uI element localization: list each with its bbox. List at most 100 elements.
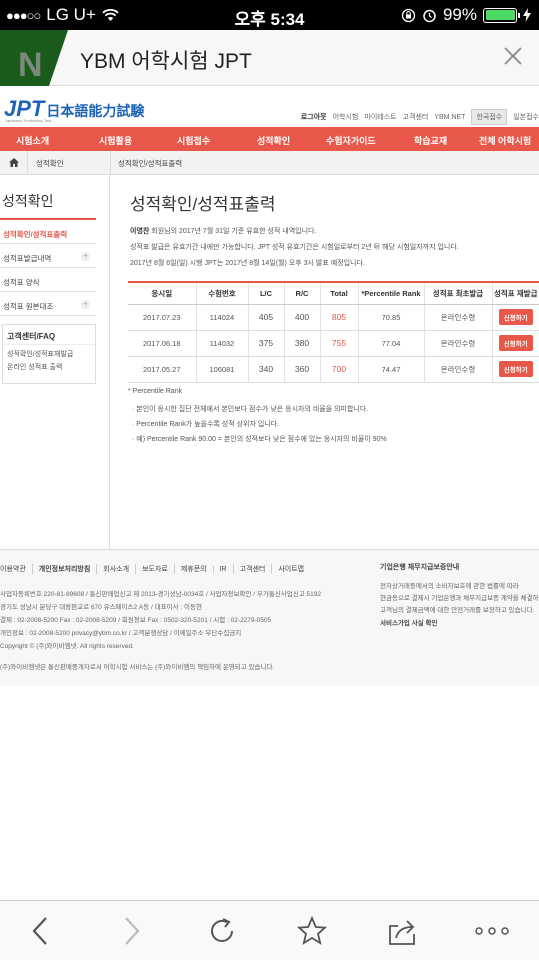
cell-pr: 74.47	[357, 356, 424, 383]
table-header-row: 응시일 수험번호 L/C R/C Total *Percentile Rank …	[128, 282, 539, 305]
footer-link-privacy[interactable]: 개인정보처리방침	[31, 564, 97, 574]
share-button[interactable]	[384, 913, 420, 949]
logout-link[interactable]: 로그아웃	[301, 112, 327, 122]
back-button[interactable]	[22, 913, 58, 949]
nav-item-books[interactable]: 학습교재	[414, 134, 447, 147]
forward-button[interactable]	[114, 913, 150, 949]
cell-reissue: 신청하기	[491, 330, 539, 357]
utility-links: 로그아웃 어학시험 마이테스트 고객센터 YBM.NET 한국접수 일본접수	[301, 109, 539, 125]
customer-center-box: 고객센터/FAQ 성적확인/성적표재발급 온라인 성적표 출력	[2, 324, 96, 384]
cell-total: 755	[319, 330, 358, 357]
cell-rc: 380	[283, 330, 320, 357]
nav-item-guide[interactable]: 수험자가이드	[326, 134, 376, 147]
apply-button[interactable]: 신청하기	[498, 335, 533, 351]
app-header: N YBM 어학시험 JPT	[0, 30, 539, 86]
notice-line: 2017년 8월 6일(일) 시행 JPT는 2017년 8월 14일(월) 오…	[130, 260, 365, 267]
guarantee-title: 기업은행 채무지급보증안내	[380, 564, 460, 571]
footer-link-support[interactable]: 고객센터	[232, 564, 272, 574]
alarm-icon	[423, 9, 436, 22]
util-link-support[interactable]: 고객센터	[403, 112, 429, 122]
guarantee-line: 전자상거래등에서의 소비자보호에 관한 법률에 따라	[380, 583, 519, 590]
sidebar-item-original-verify[interactable]: 성적표 원본대조 +	[0, 292, 96, 316]
cell-lc: 405	[247, 304, 284, 331]
lang-japan-button[interactable]: 일본접수	[513, 112, 539, 122]
nav-item-results[interactable]: 성적확인	[257, 134, 290, 147]
cell-date: 2017.07.23	[128, 304, 196, 331]
cell-exam-no: 114032	[195, 330, 248, 357]
footer-link-press[interactable]: 보도자료	[135, 564, 174, 574]
pr-note-line: · Percentile Rank가 높을수록 성적 상위자 입니다.	[132, 421, 280, 428]
plus-icon[interactable]: +	[81, 252, 90, 261]
cell-date: 2017.06.18	[128, 330, 196, 357]
cs-link-reissue[interactable]: 성적확인/성적표재발급	[3, 345, 95, 359]
cell-total: 700	[319, 356, 358, 383]
charging-icon	[523, 8, 531, 22]
notice-line: 이영찬 회원님의 2017년 7월 31일 기준 유효한 성적 내역입니다.	[130, 228, 317, 235]
sidebar-item-score-check[interactable]: 성적확인/성적표출력	[0, 220, 96, 244]
sidebar: 성적확인 성적확인/성적표출력 성적표발급내역 + 성적표 양식 성적표 원본대…	[0, 175, 110, 549]
bookmark-button[interactable]	[294, 913, 330, 949]
page-title: 성적확인/성적표출력	[130, 195, 276, 214]
footer-link-terms[interactable]: 이용약관	[0, 564, 32, 574]
more-button[interactable]	[474, 913, 510, 949]
cell-rc: 360	[283, 356, 320, 383]
sidebar-item-report-form[interactable]: 성적표 양식	[0, 268, 96, 292]
cell-first-issue: 온라인수령	[423, 356, 492, 383]
cell-first-issue: 온라인수령	[423, 304, 492, 331]
sidebar-item-label: 성적표발급내역	[3, 254, 52, 263]
nav-item-register[interactable]: 시험접수	[177, 134, 210, 147]
cell-pr: 77.04	[357, 330, 424, 357]
nav-item-all-tests[interactable]: 전체 어학시험	[479, 134, 531, 147]
guarantee-line: 현금등으로 결제시 기업은행과 채무지급보증 계약을 체결하여	[380, 595, 539, 602]
chevron-right-icon	[125, 917, 140, 945]
reload-button[interactable]	[204, 913, 240, 949]
footer-disclaimer: (주)와이비엠넷은 통신판매중개자로서 어학시험 서비스는 (주)와이비엠의 책…	[0, 664, 275, 671]
share-icon	[389, 920, 415, 945]
guarantee-verify-link[interactable]: 서비스가입 사실 확인	[380, 617, 437, 627]
star-icon	[297, 916, 327, 945]
nav-item-intro[interactable]: 시험소개	[16, 134, 49, 147]
status-bar: ●●●○○ LG U+ 오후 5:34 99%	[0, 0, 539, 30]
jpt-logo-subtitle: Japanese Proficiency Test	[5, 118, 52, 123]
footer-link-company[interactable]: 회사소개	[96, 564, 135, 574]
battery-percent: 99%	[442, 5, 477, 24]
nav-item-usage[interactable]: 시험활용	[99, 134, 132, 147]
footer-links: 이용약관 개인정보처리방침 회사소개 보도자료 제휴문의 IR 고객센터 사이트…	[0, 564, 310, 574]
pr-note-title: * Percentile Rank	[128, 388, 183, 395]
sidebar-item-label: 성적표 양식	[3, 278, 40, 287]
orientation-lock-icon	[401, 8, 416, 22]
footer-info-line: 사업자등록번호 220-81-89608 / 통신판매업신고 제 2013-경기…	[0, 591, 321, 598]
breadcrumb-item-results[interactable]: 성적확인	[36, 158, 64, 169]
guarantee-line: 고객님의 결제금액에 대한 안전거래를 보장하고 있습니다.	[380, 607, 535, 614]
cs-link-online-print[interactable]: 온라인 성적표 출력	[3, 359, 95, 372]
cell-total: 805	[319, 304, 358, 331]
cell-exam-no: 106081	[195, 356, 248, 383]
apply-button[interactable]: 신청하기	[498, 361, 533, 377]
cell-reissue: 신청하기	[491, 304, 539, 331]
apply-button[interactable]: 신청하기	[498, 309, 533, 325]
col-header-pr: *Percentile Rank	[357, 282, 424, 305]
sidebar-item-issue-history[interactable]: 성적표발급내역 +	[0, 244, 96, 268]
score-table: 응시일 수험번호 L/C R/C Total *Percentile Rank …	[128, 281, 539, 383]
footer-link-partnership[interactable]: 제휴문의	[173, 564, 213, 574]
table-row: 2017.05.27 106081 340 360 700 74.47 온라인수…	[128, 356, 539, 383]
battery-icon	[483, 7, 520, 23]
cell-exam-no: 114024	[195, 304, 248, 331]
cell-reissue: 신청하기	[491, 356, 539, 383]
util-link-mytest[interactable]: 마이테스트	[364, 112, 396, 122]
util-link-lang-test[interactable]: 어학시험	[333, 112, 359, 122]
footer: 이용약관 개인정보처리방침 회사소개 보도자료 제휴문의 IR 고객센터 사이트…	[0, 549, 539, 686]
close-icon[interactable]	[501, 44, 525, 68]
home-button[interactable]	[0, 151, 28, 174]
pr-note-line: · 본인이 응시한 집단 전체에서 본인보다 점수가 낮은 응시자의 비율을 의…	[132, 406, 369, 413]
home-icon	[8, 158, 19, 167]
footer-link-sitemap[interactable]: 사이트맵	[271, 564, 310, 574]
more-dots-icon	[475, 927, 509, 935]
util-link-ybmnet[interactable]: YBM.NET	[434, 114, 465, 121]
breadcrumb-item-current[interactable]: 성적확인/성적표출력	[118, 158, 182, 169]
lang-korea-button[interactable]: 한국접수	[471, 109, 508, 125]
footer-link-ir[interactable]: IR	[212, 565, 233, 573]
col-header-total: Total	[319, 282, 358, 305]
cell-date: 2017.05.27	[128, 356, 196, 383]
plus-icon[interactable]: +	[81, 300, 90, 309]
